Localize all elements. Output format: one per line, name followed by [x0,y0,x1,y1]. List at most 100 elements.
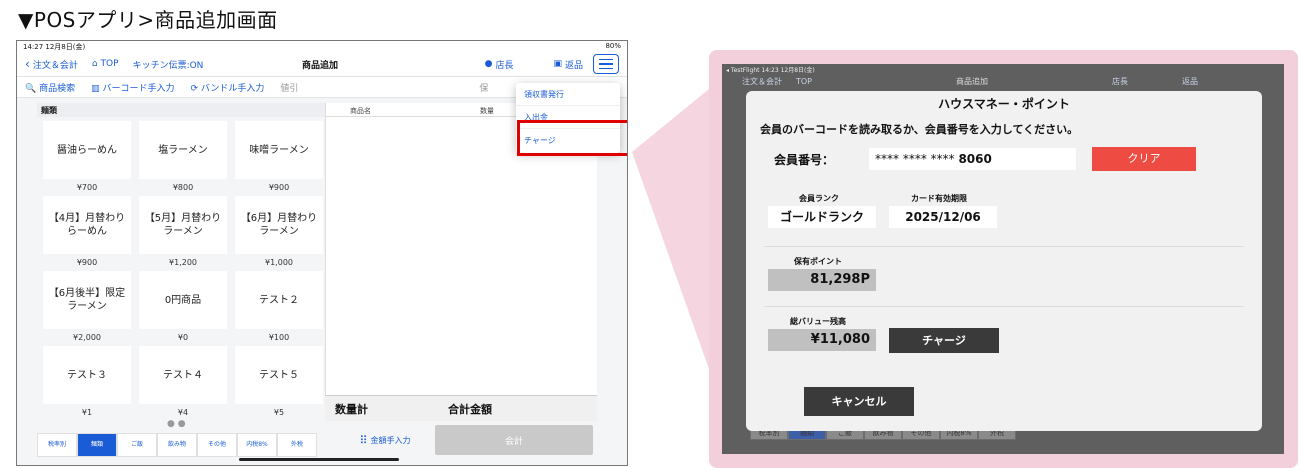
product-price: ¥1,200 [169,258,197,267]
product-tile[interactable]: テスト２ ¥100 [235,271,323,346]
status-time: 14:27 12月8日(金) [23,43,86,51]
return-label: 返品 [564,60,583,71]
dim-nav-staff: 店長 [1112,76,1129,86]
dim-status-text: ◂ TestFlight 14:23 12月8日(金) [726,67,815,74]
product-name: テスト４ [139,346,227,404]
product-name: テスト２ [235,271,323,329]
product-tile[interactable]: 味噌ラーメン ¥900 [235,121,323,196]
product-name: テスト５ [235,346,323,404]
product-price: ¥0 [177,333,189,342]
top-label: TOP [100,59,119,69]
battery-status: 80% [605,42,621,50]
category-tab[interactable]: その他 [197,433,237,457]
menu-item-receipt[interactable]: 領収書発行 [516,83,620,106]
expiry-value: 2025/12/06 [889,206,997,228]
product-name: 醤油らーめん [43,121,131,179]
dim-nav-return: 返品 [1182,76,1199,86]
product-tile[interactable]: 醤油らーめん ¥700 [43,121,131,196]
category-tab[interactable]: ご飯 [117,433,157,457]
category-tab[interactable]: 税率別 [37,433,77,457]
search-label: 商品検索 [39,83,76,94]
points-label: 保有ポイント [794,257,842,266]
product-price: ¥900 [268,183,290,192]
product-name: 味噌ラーメン [235,121,323,179]
staff-label: 店長 [495,60,514,71]
product-search-button[interactable]: 🔍 商品検索 [25,81,75,94]
back-label: 注文＆会計 [32,60,78,71]
product-tile[interactable]: 【6月後半】限定ラーメン ¥2,000 [43,271,131,346]
divider-1 [764,246,1244,247]
charge-highlight-box [517,120,627,156]
product-tile[interactable]: 塩ラーメン ¥800 [139,121,227,196]
product-tile[interactable]: テスト４ ¥4 [139,346,227,421]
points-value: 81,298P [768,269,876,291]
category-tab[interactable]: 外税 [277,433,317,457]
product-name: 【5月】月替わりラーメン [139,196,227,254]
category-tab[interactable]: 内税8% [237,433,277,457]
product-price: ¥900 [76,258,98,267]
charge-button[interactable]: チャージ [889,328,999,353]
product-price: ¥5 [273,408,285,417]
dim-nav-top: TOP [796,76,813,86]
nav-bar: ‹ 注文＆会計 ⌂ TOP キッチン伝票:ON 商品追加 ● 店長 ▣ 返品 [17,52,627,76]
hamburger-icon [599,58,613,61]
member-last-digits: 8060 [958,152,992,166]
barcode-label: バーコード手入力 [102,83,175,94]
kitchen-slip-toggle[interactable]: キッチン伝票:ON [133,58,204,71]
rank-label: 会員ランク [799,194,839,203]
product-price: ¥800 [172,183,194,192]
chevron-left-icon: ‹ [25,57,30,71]
house-money-dialog: ハウスマネー・ポイント 会員のバーコードを読み取るか、会員番号を入力してください… [746,91,1262,431]
checkout-button[interactable]: 会計 [435,425,593,455]
page-title: 商品追加 [302,60,339,71]
product-tile[interactable]: テスト３ ¥1 [43,346,131,421]
bundle-label: バンドル手入力 [200,83,265,94]
product-tile[interactable]: 【6月】月替わりラーメン ¥1,000 [235,196,323,271]
dialog-message: 会員のバーコードを読み取るか、会員番号を入力してください。 [760,123,1079,136]
dim-status-bar: ◂ TestFlight 14:23 12月8日(金) [722,64,1284,74]
product-tile[interactable]: 0円商品 ¥0 [139,271,227,346]
member-masked-digits: **** **** **** [875,152,959,166]
dim-nav-title: 商品追加 [956,76,989,86]
column-qty: 数量 [480,107,494,115]
product-pane: 麺類 醤油らーめん ¥700 塩ラーメン ¥800 味噌ラーメン ¥900 【4月】月替わり… [37,103,325,435]
keypad-icon: ⠿ [359,433,368,447]
menu-button[interactable] [593,54,619,74]
clear-button[interactable]: クリア [1092,147,1196,171]
cancel-button[interactable]: キャンセル [804,387,914,416]
page-indicator: ● ● [167,419,186,429]
amount-entry-button[interactable]: ⠿ 金額手入力 [335,425,435,455]
member-number-label: 会員番号： [774,152,835,167]
product-tile[interactable]: 【5月】月替わりラーメン ¥1,200 [139,196,227,271]
product-price: ¥100 [268,333,290,342]
product-tile[interactable]: 【4月】月替わりらーめん ¥900 [43,196,131,271]
dim-nav-back: 注文＆会計 [742,76,782,86]
staff-button[interactable]: ● 店長 [485,58,514,71]
barcode-entry-button[interactable]: ▥ バーコード手入力 [91,81,174,94]
bag-icon: ▣ [553,59,562,69]
product-name: 0円商品 [139,271,227,329]
dialog-title: ハウスマネー・ポイント [938,97,1070,111]
product-name: 塩ラーメン [139,121,227,179]
member-number-field[interactable]: **** **** **** 8060 [869,148,1076,170]
category-tab[interactable]: 麺類 [77,433,117,457]
category-header: 麺類 [37,103,325,117]
product-price: ¥1 [81,408,93,417]
expiry-label: カード有効期限 [911,194,967,203]
page-caption: ▼POSアプリ>商品追加画面 [18,8,278,32]
product-name: テスト３ [43,346,131,404]
bundle-entry-button[interactable]: ⟳ バンドル手入力 [190,81,264,94]
divider-2 [764,306,1244,307]
category-tabs: 税率別 麺類 ご飯 飲み物 その他 内税8% 外税 [37,433,325,457]
home-indicator [239,458,399,461]
member-number-row: 会員番号： **** **** **** 8060 クリア [774,147,1196,171]
return-button[interactable]: ▣ 返品 [553,58,583,71]
product-name: 【6月後半】限定ラーメン [43,271,131,329]
category-tab[interactable]: 飲み物 [157,433,197,457]
hold-button[interactable]: 保 [479,81,488,94]
discount-button[interactable]: 値引 [280,81,298,94]
dim-nav-bar: 注文＆会計 TOP 商品追加 店長 返品 [722,74,1284,88]
top-button[interactable]: ⌂ TOP [92,59,119,69]
back-button[interactable]: ‹ 注文＆会計 [25,57,78,71]
product-tile[interactable]: テスト５ ¥5 [235,346,323,421]
